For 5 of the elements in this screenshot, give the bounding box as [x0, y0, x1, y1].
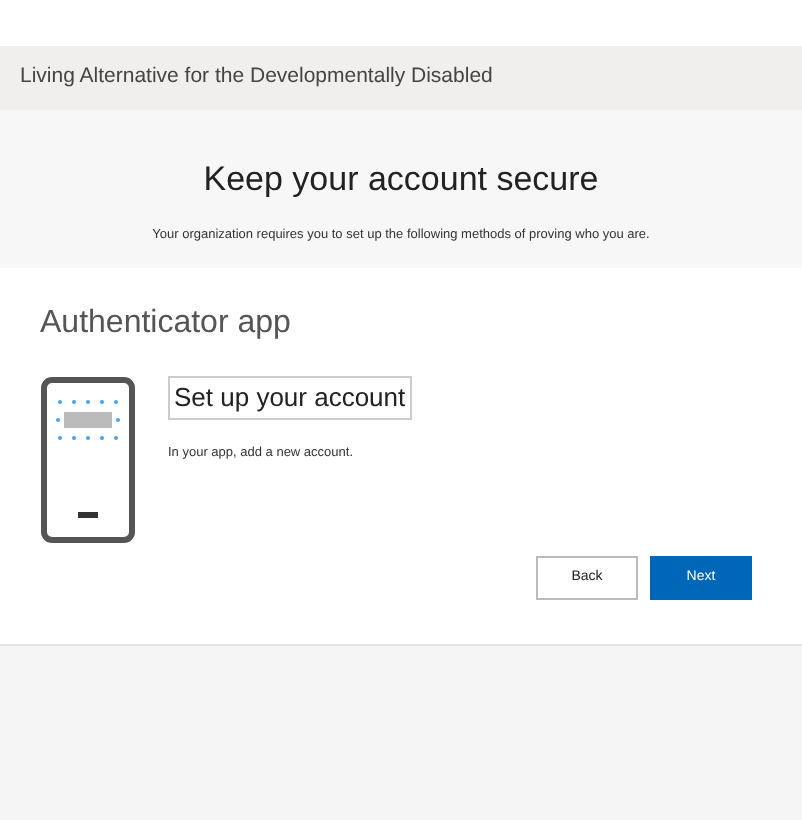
page-title: Keep your account secure	[203, 158, 599, 202]
phone-icon	[40, 376, 136, 545]
organization-name: Living Alternative for the Developmentally Disabled	[20, 62, 493, 93]
method-title: Authenticator app	[40, 304, 293, 345]
step-title: Set up your account	[168, 376, 412, 420]
